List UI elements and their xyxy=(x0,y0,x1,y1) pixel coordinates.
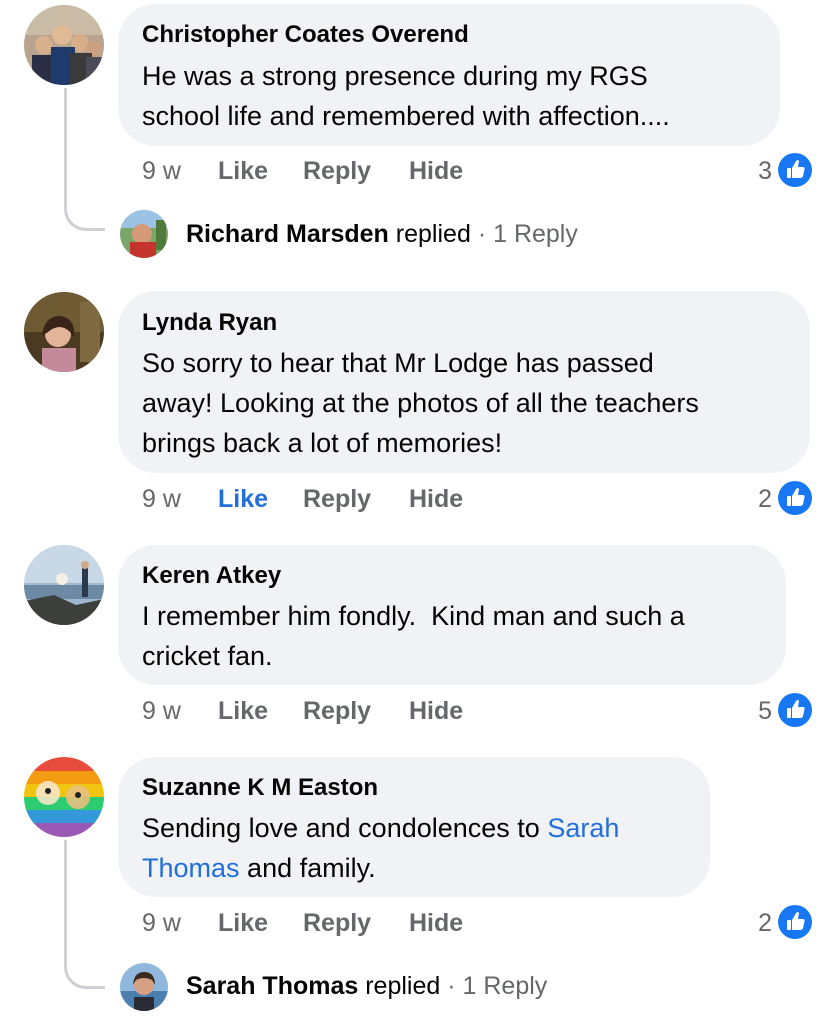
like-count[interactable]: 2 xyxy=(742,485,772,514)
comment-text-line: cricket fan. xyxy=(142,641,273,671)
comment-text-line: away! Looking at the photos of all the t… xyxy=(142,388,699,418)
reply-button[interactable]: Reply xyxy=(303,485,371,514)
reply-thread-line xyxy=(64,88,105,231)
comment-author[interactable]: Keren Atkey xyxy=(142,562,281,590)
thumbs-up-icon xyxy=(778,693,812,727)
reply-summary[interactable]: Richard Marsden replied · 1 Reply xyxy=(186,220,578,249)
comment-text: and family. xyxy=(239,853,376,883)
avatar-photo xyxy=(24,545,104,625)
mention-link[interactable]: Thomas xyxy=(142,853,240,883)
comment-text-line: Sending love and condolences to Sarah xyxy=(142,808,619,848)
like-button[interactable]: Like xyxy=(218,157,268,186)
comment-author[interactable]: Suzanne K M Easton xyxy=(142,774,378,802)
reply-avatar-photo xyxy=(120,210,168,258)
reply-count[interactable]: 1 Reply xyxy=(493,220,578,248)
thumbs-up-icon xyxy=(778,905,812,939)
reply-author[interactable]: Sarah Thomas xyxy=(186,972,358,1000)
comment-text-line: So sorry to hear that Mr Lodge has passe… xyxy=(142,348,654,378)
reply-avatar-photo xyxy=(120,963,168,1011)
avatar[interactable] xyxy=(24,757,104,837)
like-count[interactable]: 5 xyxy=(742,697,772,726)
hide-button[interactable]: Hide xyxy=(409,157,463,186)
avatar-photo xyxy=(24,5,104,85)
like-button[interactable]: Like xyxy=(218,697,268,726)
reply-thread-line xyxy=(64,840,105,989)
hide-button[interactable]: Hide xyxy=(409,697,463,726)
comment-text-line: school life and remembered with affectio… xyxy=(142,101,670,131)
avatar-photo xyxy=(24,757,104,837)
reply-button[interactable]: Reply xyxy=(303,157,371,186)
reply-verb: replied xyxy=(395,220,471,248)
hide-button[interactable]: Hide xyxy=(409,485,463,514)
like-button[interactable]: Like xyxy=(218,909,268,938)
thumbs-up-icon xyxy=(778,481,812,515)
avatar[interactable] xyxy=(24,5,104,85)
comment-text-line: He was a strong presence during my RGS xyxy=(142,61,648,91)
reply-avatar[interactable] xyxy=(120,210,168,258)
like-count[interactable]: 2 xyxy=(742,909,772,938)
thumbs-up-icon xyxy=(778,153,812,187)
separator-dot: · xyxy=(447,972,456,1000)
reply-count[interactable]: 1 Reply xyxy=(463,972,548,1000)
avatar[interactable] xyxy=(24,545,104,625)
comment-timestamp[interactable]: 9 w xyxy=(142,485,181,514)
like-button[interactable]: Like xyxy=(218,485,268,514)
separator-dot: · xyxy=(477,220,487,248)
hide-button[interactable]: Hide xyxy=(409,909,463,938)
reply-author[interactable]: Richard Marsden xyxy=(186,220,389,248)
comment-timestamp[interactable]: 9 w xyxy=(142,157,181,186)
comment-text-line: Thomas and family. xyxy=(142,848,376,888)
comment-text: Sending love and condolences to xyxy=(142,813,548,843)
comment-author[interactable]: Lynda Ryan xyxy=(142,309,277,337)
reply-button[interactable]: Reply xyxy=(303,697,371,726)
comment-author[interactable]: Christopher Coates Overend xyxy=(142,21,469,49)
reply-button[interactable]: Reply xyxy=(303,909,371,938)
avatar-photo xyxy=(24,292,104,372)
comment-text-line: brings back a lot of memories! xyxy=(142,428,503,458)
reply-verb: replied xyxy=(365,972,441,1000)
avatar[interactable] xyxy=(24,292,104,372)
comment-timestamp[interactable]: 9 w xyxy=(142,909,181,938)
mention-link[interactable]: Sarah xyxy=(547,813,619,843)
reply-avatar[interactable] xyxy=(120,963,168,1011)
comment-timestamp[interactable]: 9 w xyxy=(142,697,181,726)
comment-text-line: I remember him fondly. Kind man and such… xyxy=(142,601,685,631)
reply-summary[interactable]: Sarah Thomas replied · 1 Reply xyxy=(186,972,547,1001)
like-count[interactable]: 3 xyxy=(742,157,772,186)
